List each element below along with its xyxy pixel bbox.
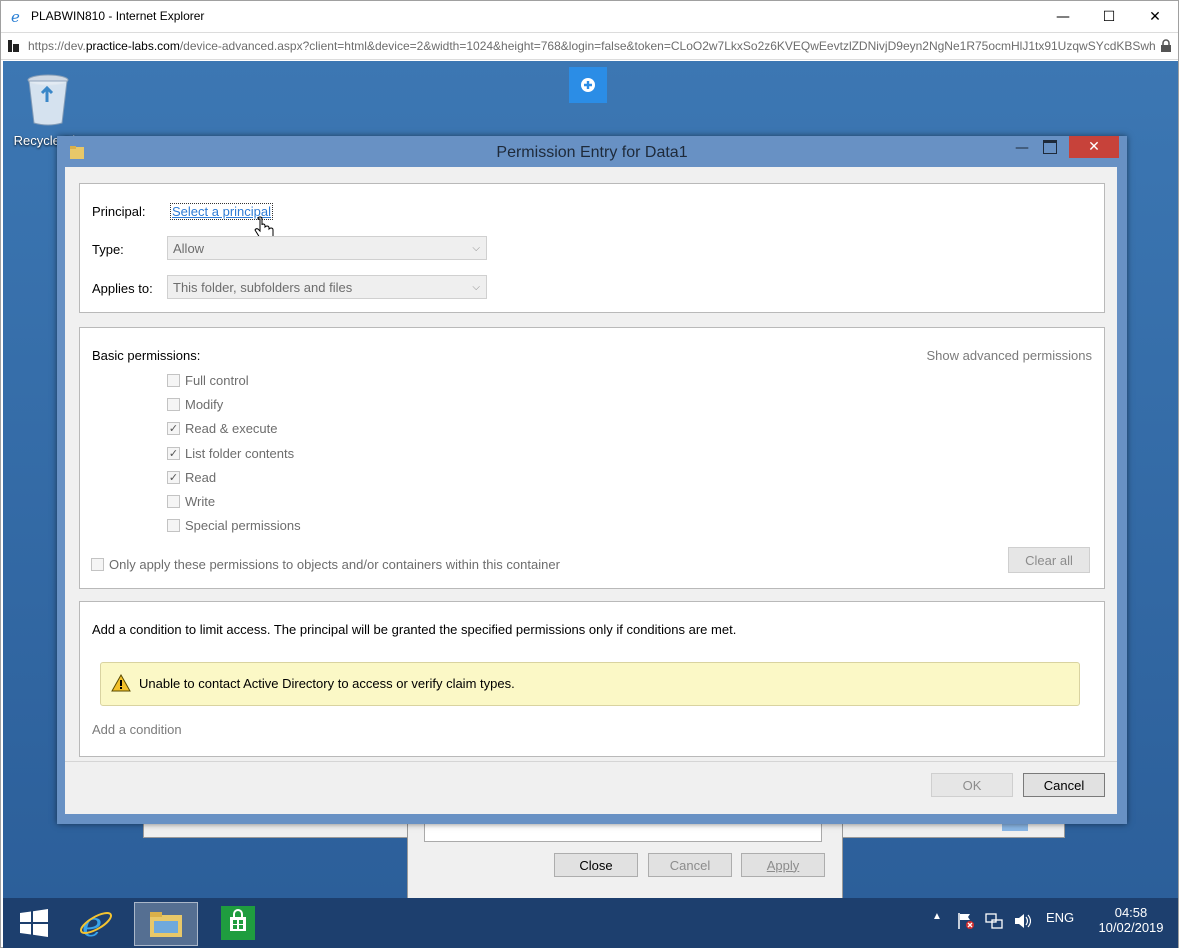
add-condition-link[interactable]: Add a condition <box>92 722 182 737</box>
ie-logo-icon: e <box>11 8 20 24</box>
show-hidden-icons-button[interactable]: ▲ <box>932 911 942 922</box>
close-button[interactable]: ✕ <box>1132 1 1178 32</box>
file-explorer-icon <box>150 912 182 937</box>
url-prefix: https://dev. <box>28 39 86 53</box>
dialog-minimize-button[interactable]: — <box>1015 140 1029 156</box>
address-bar[interactable]: https://dev.practice-labs.com/device-adv… <box>1 32 1178 60</box>
clear-all-button[interactable]: Clear all <box>1008 547 1090 573</box>
clock-date: 10/02/2019 <box>1098 920 1164 935</box>
action-center-flag-icon[interactable] <box>957 912 975 930</box>
background-properties-dialog: Close Cancel Apply <box>407 821 843 898</box>
permission-label: Read & execute <box>185 421 278 437</box>
close-icon: ✕ <box>1088 139 1100 155</box>
permission-checkbox[interactable] <box>167 495 180 508</box>
background-apply-button[interactable]: Apply <box>741 853 825 877</box>
recycle-bin-icon <box>27 74 69 126</box>
permission-checkbox[interactable] <box>167 398 180 412</box>
condition-panel: Add a condition to limit access. The pri… <box>79 601 1105 757</box>
basic-permissions-label: Basic permissions: <box>92 348 201 363</box>
dialog-titlebar: Permission Entry for Data1 — ✕ <box>57 136 1127 166</box>
taskbar-store[interactable] <box>207 902 269 944</box>
permission-label: Read <box>185 469 217 485</box>
dialog-title: Permission Entry for Data1 <box>496 144 688 161</box>
url-path: /device-advanced.aspx?client=html&device… <box>179 39 1156 53</box>
lock-icon[interactable] <box>1160 39 1172 53</box>
site-favicon-icon <box>8 40 19 52</box>
internet-explorer-icon: e <box>79 905 113 941</box>
chevron-down-icon: ⌵ <box>472 282 480 293</box>
permission-label: Special permissions <box>185 518 301 534</box>
language-indicator[interactable]: ENG <box>1046 910 1074 925</box>
cancel-button[interactable]: Cancel <box>1023 773 1105 797</box>
permission-entry-dialog: Permission Entry for Data1 — ✕ Principal… <box>57 136 1127 824</box>
browser-titlebar: e PLABWIN810 - Internet Explorer — ☐ ✕ <box>1 1 1178 32</box>
principal-panel: Principal: Select a principal Type: Allo… <box>79 183 1105 313</box>
url-domain: practice-labs.com <box>85 39 180 53</box>
warning-icon <box>111 674 131 692</box>
show-advanced-permissions-link[interactable]: Show advanced permissions <box>927 348 1092 363</box>
background-cancel-button[interactable]: Cancel <box>648 853 732 877</box>
permission-label: Full control <box>185 373 249 388</box>
ie-window: e PLABWIN810 - Internet Explorer — ☐ ✕ h… <box>0 0 1179 948</box>
store-icon <box>221 906 255 940</box>
applies-to-select[interactable]: This folder, subfolders and files ⌵ <box>167 275 487 299</box>
svg-text:e: e <box>11 8 20 24</box>
network-icon[interactable] <box>985 912 1003 930</box>
background-close-button[interactable]: Close <box>554 853 638 877</box>
permission-checkbox[interactable]: ✓ <box>167 470 180 484</box>
applies-to-value: This folder, subfolders and files <box>173 280 353 295</box>
browser-title: PLABWIN810 - Internet Explorer <box>31 9 205 23</box>
chevron-down-icon: ⌵ <box>472 243 480 254</box>
permission-label: Write <box>185 494 216 509</box>
windows-logo-icon <box>20 909 48 937</box>
type-label: Type: <box>92 242 124 257</box>
remote-desktop: Recycle Bin Close Cancel Apply Permissio… <box>3 61 1178 898</box>
type-value: Allow <box>173 241 205 256</box>
principal-label: Principal: <box>92 204 146 219</box>
permission-label: List folder contents <box>185 445 295 461</box>
clock-time: 04:58 <box>1114 905 1148 920</box>
clock[interactable]: 04:58 10/02/2019 <box>1091 905 1171 935</box>
dialog-maximize-button[interactable] <box>1043 140 1057 154</box>
minimize-button[interactable]: — <box>1040 1 1086 32</box>
volume-icon[interactable] <box>1013 912 1031 930</box>
permission-checkbox[interactable]: ✓ <box>167 446 180 460</box>
footer-separator <box>65 761 1117 762</box>
warning-banner: Unable to contact Active Directory to ac… <box>100 662 1080 706</box>
taskbar-file-explorer[interactable] <box>134 902 198 946</box>
condition-description: Add a condition to limit access. The pri… <box>92 622 737 637</box>
dialog-close-button[interactable]: ✕ <box>1069 136 1119 158</box>
dialog-body: Principal: Select a principal Type: Allo… <box>65 167 1117 814</box>
url-text[interactable]: https://dev.practice-labs.com/device-adv… <box>28 39 1156 53</box>
plus-circle-icon <box>581 78 595 92</box>
taskbar-internet-explorer[interactable]: e <box>65 902 127 944</box>
only-apply-label: Only apply these permissions to objects … <box>109 557 560 572</box>
permission-checkbox[interactable] <box>167 519 180 533</box>
permission-label: Modify <box>185 397 224 413</box>
applies-to-label: Applies to: <box>92 281 153 296</box>
start-button[interactable] <box>3 902 65 944</box>
permission-checkbox[interactable]: ✓ <box>167 422 180 436</box>
warning-text: Unable to contact Active Directory to ac… <box>139 676 515 691</box>
background-text-field <box>424 822 822 842</box>
only-apply-checkbox[interactable] <box>91 558 104 571</box>
permission-checkbox[interactable] <box>167 374 180 387</box>
ok-button[interactable]: OK <box>931 773 1013 797</box>
taskbar: e ▲ ENG 04:58 10/02/2019 <box>3 898 1178 948</box>
maximize-button[interactable]: ☐ <box>1086 1 1132 32</box>
basic-permissions-panel: Basic permissions: Show advanced permiss… <box>79 327 1105 589</box>
type-select[interactable]: Allow ⌵ <box>167 236 487 260</box>
session-toolbar-button[interactable] <box>569 67 607 103</box>
